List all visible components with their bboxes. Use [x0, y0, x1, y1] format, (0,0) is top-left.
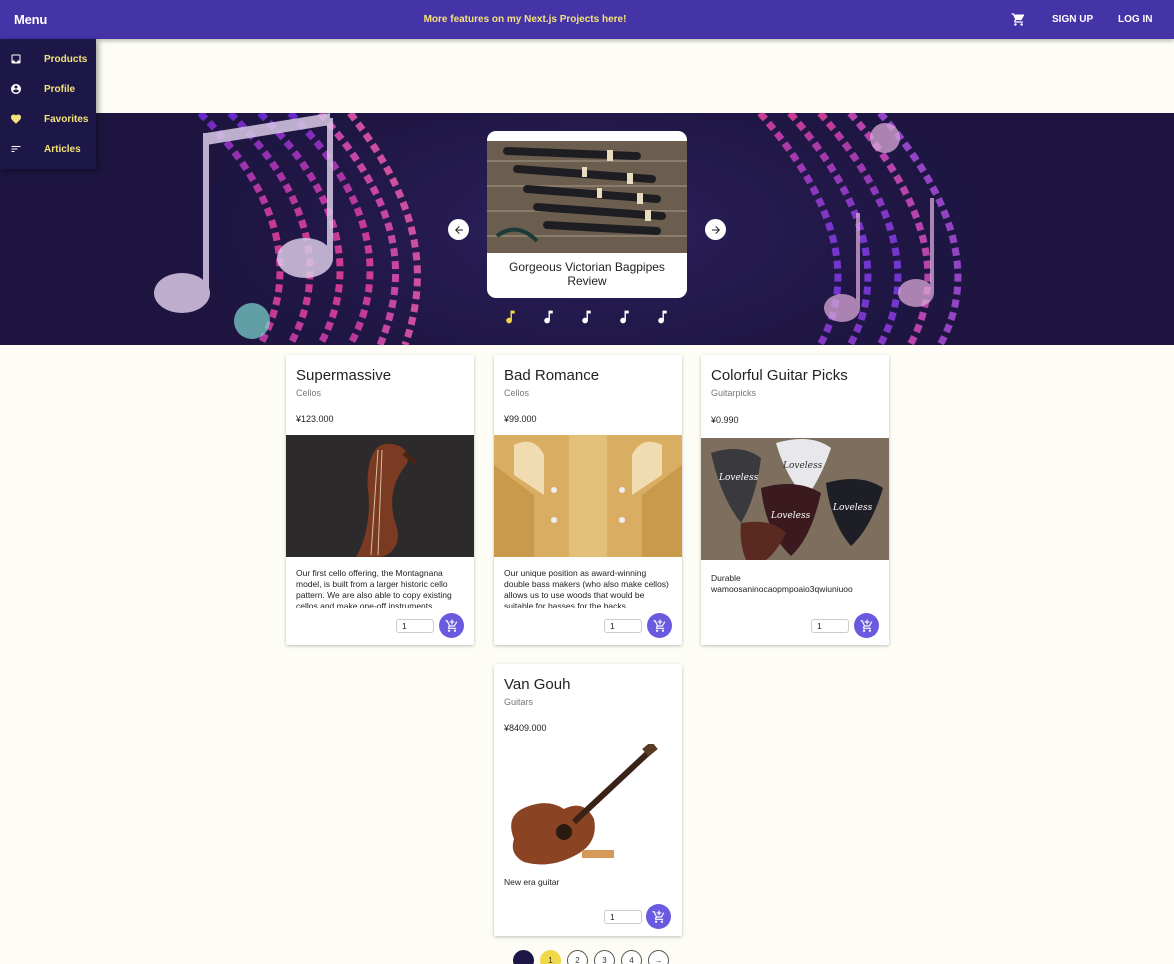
music-note-icon[interactable] — [502, 308, 519, 326]
product-price: ¥8409.000 — [504, 723, 547, 733]
hero-carousel: Gorgeous Victorian Bagpipes Review — [0, 113, 1174, 345]
pagination-next-button[interactable]: → — [648, 950, 669, 964]
product-category: Guitars — [504, 697, 534, 707]
add-to-cart-button[interactable] — [646, 904, 671, 929]
pagination-first-button[interactable] — [513, 950, 534, 964]
guitar-image[interactable] — [494, 744, 682, 866]
product-name[interactable]: Colorful Guitar Picks — [711, 367, 848, 384]
add-shopping-cart-icon — [652, 910, 664, 923]
product-card: Bad Romance Cellos ¥99.000 Our unique po… — [494, 355, 682, 645]
add-to-cart-button[interactable] — [854, 613, 879, 638]
product-description: Our unique position as award-winning dou… — [504, 568, 669, 608]
quantity-input[interactable] — [604, 619, 642, 633]
product-price: ¥99.000 — [504, 414, 537, 424]
arrow-right-icon — [711, 225, 720, 234]
page-button-4[interactable]: 4 — [621, 950, 642, 964]
quantity-input[interactable] — [811, 619, 849, 633]
carousel-slide[interactable]: Gorgeous Victorian Bagpipes Review — [487, 131, 687, 298]
drawer-item-label: Favorites — [44, 113, 89, 125]
cello-image[interactable] — [286, 435, 474, 557]
drawer-item-label: Products — [44, 53, 88, 65]
guitar-picks-image[interactable]: Loveless Loveless Loveless Loveless — [701, 438, 889, 560]
product-card: Van Gouh Guitars ¥8409.000 New era guita… — [494, 664, 682, 936]
product-card: Supermassive Cellos ¥123.000 Our first c… — [286, 355, 474, 645]
pagination: 1 2 3 4 → — [513, 950, 669, 964]
drawer-item-products[interactable]: Products — [0, 44, 96, 74]
product-category: Guitarpicks — [711, 388, 757, 398]
page-button-2[interactable]: 2 — [567, 950, 588, 964]
sign-up-button[interactable]: SIGN UP — [1052, 0, 1093, 39]
product-name[interactable]: Supermassive — [296, 367, 391, 384]
cello-wood-image[interactable] — [494, 435, 682, 557]
add-to-cart-button[interactable] — [647, 613, 672, 638]
carousel-next-button[interactable] — [705, 219, 726, 240]
product-price: ¥123.000 — [296, 414, 334, 424]
add-shopping-cart-icon — [445, 619, 457, 632]
page-button-3[interactable]: 3 — [594, 950, 615, 964]
product-category: Cellos — [504, 388, 530, 398]
product-name[interactable]: Van Gouh — [504, 676, 570, 693]
music-note-icon[interactable] — [616, 308, 633, 326]
product-price: ¥0.990 — [711, 415, 739, 425]
arrow-left-icon — [454, 225, 463, 234]
product-name[interactable]: Bad Romance — [504, 367, 599, 384]
drawer-item-label: Profile — [44, 83, 76, 95]
music-note-icon[interactable] — [578, 308, 595, 326]
quantity-input[interactable] — [396, 619, 434, 633]
product-card: Colorful Guitar Picks Guitarpicks ¥0.990… — [701, 355, 889, 645]
add-shopping-cart-icon — [653, 619, 665, 632]
music-note-icon[interactable] — [540, 308, 557, 326]
drawer-item-favorites[interactable]: Favorites — [0, 104, 96, 134]
svg-text:Loveless: Loveless — [718, 473, 759, 483]
sort-list-icon — [0, 143, 44, 155]
carousel-indicators — [502, 308, 671, 326]
drawer-item-label: Articles — [44, 143, 81, 155]
drawer-item-profile[interactable]: Profile — [0, 74, 96, 104]
shopping-cart-icon[interactable] — [1011, 12, 1026, 27]
music-note-icon[interactable] — [654, 308, 671, 326]
svg-text:Loveless: Loveless — [832, 503, 873, 513]
slide-title: Gorgeous Victorian Bagpipes Review — [509, 260, 665, 288]
product-description: Our first cello offering, the Montagnana… — [296, 568, 452, 608]
drawer-item-articles[interactable]: Articles — [0, 134, 96, 164]
quantity-input[interactable] — [604, 910, 642, 924]
promo-link[interactable]: More features on my Next.js Projects her… — [0, 0, 1050, 39]
carousel-prev-button[interactable] — [448, 219, 469, 240]
log-in-button[interactable]: LOG IN — [1118, 0, 1152, 39]
product-description: New era guitar — [504, 877, 560, 887]
add-to-cart-button[interactable] — [439, 613, 464, 638]
svg-text:Loveless: Loveless — [782, 461, 823, 471]
side-drawer: Products Profile Favorites Articles — [0, 39, 96, 169]
add-shopping-cart-icon — [860, 619, 872, 632]
app-bar: Menu More features on my Next.js Project… — [0, 0, 1174, 39]
bagpipes-image — [487, 141, 687, 253]
page-button-1[interactable]: 1 — [540, 950, 561, 964]
inbox-icon — [0, 53, 44, 65]
heart-icon — [0, 113, 44, 125]
account-circle-icon — [0, 83, 44, 95]
svg-text:Loveless: Loveless — [770, 511, 811, 521]
product-category: Cellos — [296, 388, 322, 398]
product-description: Durable wamoosaninocaopmpoaio3qwiuniuoo — [711, 573, 853, 594]
